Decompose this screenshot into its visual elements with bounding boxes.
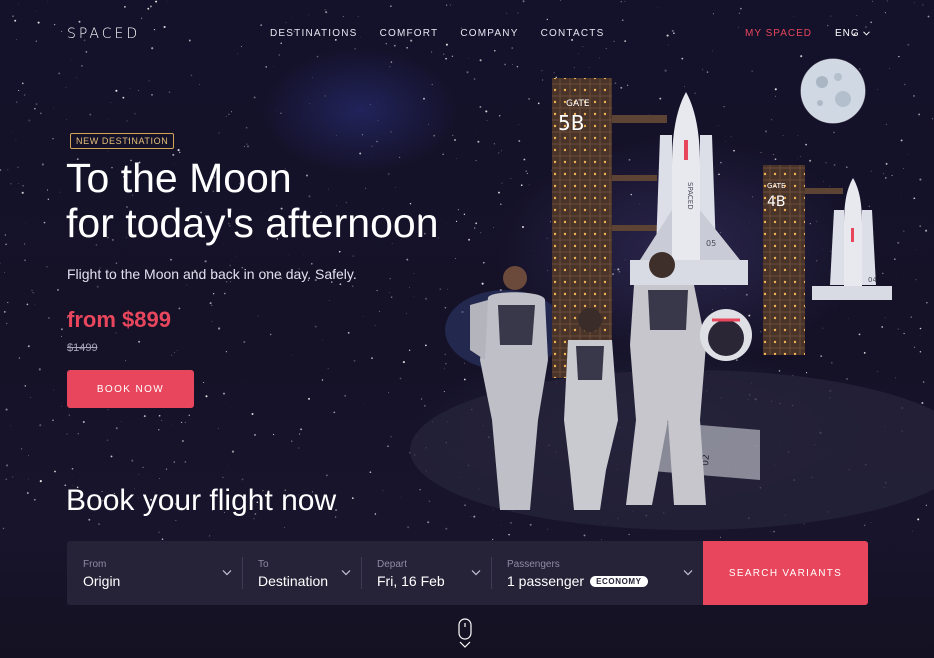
rocket-right: 04 (812, 178, 892, 300)
passengers-field[interactable]: Passengers 1 passenger ECONOMY (491, 541, 703, 605)
hero-title: To the Moon for today's afternoon (66, 156, 586, 246)
launch-tower-right: GATE 4B (763, 165, 843, 355)
gate-5b-label: GATE (566, 99, 590, 109)
language-label: ENG (835, 28, 860, 39)
nav-destinations[interactable]: DESTINATIONS (270, 28, 358, 39)
depart-label: Depart (377, 559, 408, 570)
nav-contacts[interactable]: CONTACTS (541, 28, 605, 39)
mouse-scroll-icon[interactable] (456, 617, 474, 649)
origin-field[interactable]: From Origin (67, 541, 242, 605)
svg-text:GATE: GATE (767, 182, 785, 190)
chevron-down-icon (862, 31, 870, 36)
svg-text:4B: 4B (767, 194, 786, 210)
destination-field[interactable]: To Destination (242, 541, 361, 605)
chevron-down-icon (683, 570, 693, 576)
hero-title-line-1: To the Moon (66, 155, 292, 201)
booking-title: Book your flight now (66, 484, 337, 517)
origin-label: From (83, 559, 107, 570)
origin-value: Origin (83, 573, 121, 589)
destination-label: To (258, 559, 269, 570)
gate-5b-number: 5B (558, 111, 584, 135)
svg-text:05: 05 (706, 239, 716, 248)
passengers-value-row: 1 passenger ECONOMY (507, 573, 687, 589)
svg-text:SPACED: SPACED (686, 182, 694, 210)
chevron-down-icon (222, 570, 232, 576)
chevron-down-icon (471, 570, 481, 576)
new-destination-badge: NEW DESTINATION (70, 133, 175, 149)
depart-value: Fri, 16 Feb (377, 573, 445, 589)
spaced-logo[interactable]: SPACED (67, 26, 140, 42)
chevron-down-icon (341, 570, 351, 576)
my-spaced-link[interactable]: MY SPACED (745, 28, 812, 39)
language-selector[interactable]: ENG (835, 28, 870, 39)
search-variants-button[interactable]: SEARCH VARIANTS (703, 541, 868, 605)
hero-title-line-2: for today's afternoon (66, 200, 439, 246)
destination-value: Destination (258, 573, 329, 589)
hero-subtitle: Flight to the Moon and back in one day. … (67, 266, 357, 282)
economy-class-badge: ECONOMY (590, 575, 648, 587)
passengers-label: Passengers (507, 559, 560, 570)
passengers-value: 1 passenger (507, 573, 585, 589)
top-header: SPACED DESTINATIONS COMFORT COMPANY CONT… (0, 0, 934, 68)
depart-date-field[interactable]: Depart Fri, 16 Feb (361, 541, 491, 605)
flight-search-bar: From Origin To Destination Depart Fri, 1… (67, 541, 868, 605)
nav-company[interactable]: COMPANY (460, 28, 518, 39)
old-price: $1499 (67, 342, 98, 354)
svg-text:04: 04 (868, 276, 877, 284)
main-nav: DESTINATIONS COMFORT COMPANY CONTACTS (270, 28, 604, 39)
nav-comfort[interactable]: COMFORT (380, 28, 439, 39)
moon-icon (800, 58, 866, 124)
book-now-button[interactable]: BOOK NOW (67, 370, 194, 408)
price-from: from $899 (67, 307, 171, 332)
